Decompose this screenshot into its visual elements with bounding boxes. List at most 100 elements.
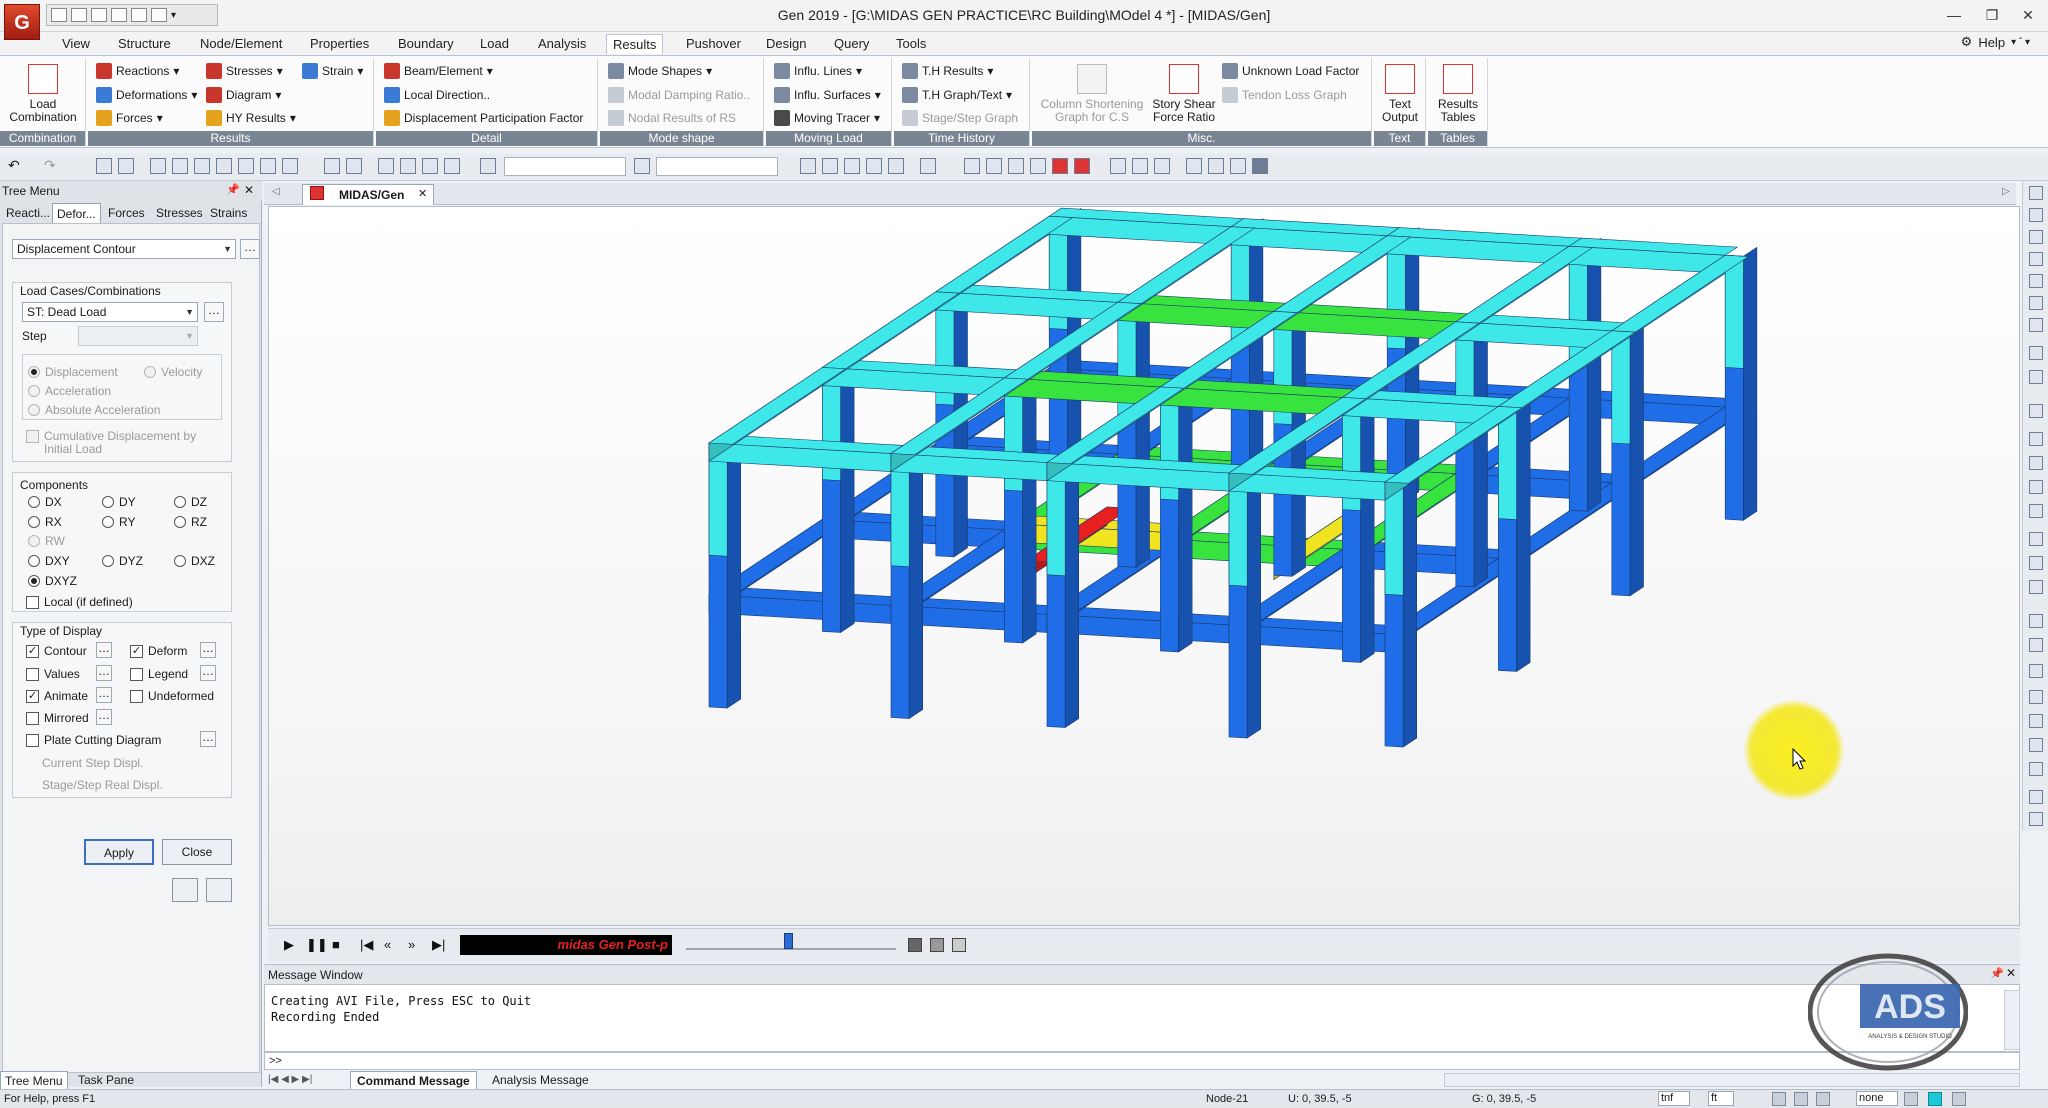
tab-load[interactable]: Load — [474, 34, 515, 54]
activate-icon[interactable] — [324, 158, 340, 174]
displacement-radio[interactable]: Displacement — [28, 365, 118, 379]
values-options-button[interactable]: … — [96, 665, 112, 681]
select-all-icon[interactable] — [260, 158, 276, 174]
deformations-button[interactable]: Deformations ▾ — [96, 85, 197, 105]
select-plane-icon[interactable] — [194, 158, 210, 174]
text-output-button[interactable]: Text Output — [1376, 64, 1424, 124]
filter-icon[interactable] — [634, 158, 650, 174]
tab-forces[interactable]: Forces — [104, 203, 149, 223]
component-dyz-radio[interactable]: DYZ — [102, 554, 143, 568]
close-panel-icon[interactable]: ✕ — [244, 183, 254, 197]
component-dz-radio[interactable]: DZ — [174, 495, 207, 509]
settings-toggle-icon[interactable] — [1952, 1092, 1966, 1106]
results-tables-button[interactable]: Results Tables — [1430, 64, 1486, 124]
tab-boundary[interactable]: Boundary — [392, 34, 460, 54]
th-results-button[interactable]: T.H Results ▾ — [902, 61, 993, 81]
pin-icon[interactable]: 📌 — [226, 183, 240, 196]
snap-line-icon[interactable] — [2029, 274, 2043, 288]
close-tab-icon[interactable]: ✕ — [418, 187, 427, 200]
plate-cutting-options-button[interactable]: … — [200, 731, 216, 747]
tab-deformations[interactable]: Defor... — [52, 203, 101, 223]
select-previous-icon[interactable] — [238, 158, 254, 174]
active-previous-icon[interactable] — [444, 158, 460, 174]
contour-checkbox[interactable]: ✓ Contour — [26, 644, 87, 658]
rotate-icon[interactable] — [866, 158, 882, 174]
values-checkbox[interactable]: Values — [26, 667, 80, 681]
minimize-icon[interactable]: — — [1942, 6, 1966, 24]
snap-point-icon[interactable] — [2029, 252, 2043, 266]
select-intersect-icon[interactable] — [172, 158, 188, 174]
stresses-button[interactable]: Stresses ▾ — [206, 61, 283, 81]
apply-button[interactable]: Apply — [84, 839, 154, 865]
copy-view-icon[interactable] — [2029, 812, 2043, 826]
shading-icon[interactable] — [1030, 158, 1046, 174]
right-side-view-icon[interactable] — [2029, 762, 2043, 776]
cumulative-displacement-checkbox[interactable]: Cumulative Displacement by Initial Load — [26, 430, 226, 456]
tab-analysis-message[interactable]: Analysis Message — [486, 1071, 595, 1089]
unselect-icon[interactable] — [282, 158, 298, 174]
velocity-radio[interactable]: Velocity — [144, 365, 202, 379]
grid-icon[interactable] — [1186, 158, 1202, 174]
story-shear-button[interactable]: Story Shear Force Ratio — [1148, 64, 1220, 124]
stage-step-graph-button[interactable]: Stage/Step Graph — [902, 108, 1018, 128]
snap-element-icon[interactable] — [2029, 318, 2043, 332]
select-polygon-icon[interactable] — [150, 158, 166, 174]
deform-checkbox[interactable]: ✓ Deform — [130, 644, 187, 658]
lock-icon[interactable] — [1230, 158, 1246, 174]
tab-design[interactable]: Design — [760, 34, 812, 54]
ribbon-options-icon[interactable]: ▾ ˆ ▾ — [2011, 37, 2030, 48]
beam-element-button[interactable]: Beam/Element ▾ — [384, 61, 493, 81]
save-settings-icon[interactable] — [172, 878, 198, 902]
zoom-out-icon[interactable] — [2029, 456, 2043, 470]
front-side-view-icon[interactable] — [2029, 714, 2043, 728]
line-grid-icon[interactable] — [2029, 230, 2043, 244]
play-icon[interactable]: ▶ — [284, 937, 294, 953]
load-settings-icon[interactable] — [206, 878, 232, 902]
component-ry-radio[interactable]: RY — [102, 515, 135, 529]
tab-reactions[interactable]: Reacti... — [2, 203, 54, 223]
close-button[interactable]: Close — [162, 839, 232, 865]
ucs-icon[interactable] — [2029, 346, 2043, 360]
rotate-view-icon[interactable] — [2029, 556, 2043, 570]
force-unit-select[interactable]: tnf — [1658, 1091, 1691, 1106]
render-view-icon[interactable] — [1074, 158, 1090, 174]
tab-query[interactable]: Query — [828, 34, 875, 54]
question-icon[interactable] — [1904, 1092, 1918, 1106]
pan-view-icon[interactable] — [2029, 580, 2043, 594]
hy-results-button[interactable]: HY Results ▾ — [206, 108, 296, 128]
local-direction-button[interactable]: Local Direction.. — [384, 85, 490, 105]
influ-lines-button[interactable]: Influ. Lines ▾ — [774, 61, 862, 81]
pan-icon[interactable] — [844, 158, 860, 174]
contour-options-button[interactable]: … — [96, 642, 112, 658]
select-window-icon[interactable] — [118, 158, 134, 174]
left-side-view-icon[interactable] — [2029, 738, 2043, 752]
message-horizontal-scrollbar[interactable] — [1444, 1073, 2020, 1087]
redo-icon[interactable]: ↷ — [44, 157, 56, 174]
tab-tools[interactable]: Tools — [890, 34, 932, 54]
node-number-icon[interactable] — [1110, 158, 1126, 174]
change-ucs-icon[interactable] — [2029, 370, 2043, 384]
message-vertical-scrollbar[interactable] — [2004, 990, 2020, 1050]
last-frame-icon[interactable]: ▶| — [432, 937, 445, 953]
local-if-defined-checkbox[interactable]: Local (if defined) — [26, 595, 133, 609]
tab-properties[interactable]: Properties — [304, 34, 375, 54]
local-axis-icon[interactable] — [1154, 158, 1170, 174]
animation-settings-icon[interactable] — [952, 938, 966, 952]
column-shortening-button[interactable]: Column Shortening Graph for C.S — [1036, 64, 1148, 124]
display-type-combo[interactable]: Displacement Contour ▼ — [12, 239, 236, 259]
tab-pushover[interactable]: Pushover — [680, 34, 747, 54]
command-input[interactable]: >> — [264, 1052, 2020, 1070]
step-combo[interactable]: ▼ — [78, 326, 198, 346]
message-nav-icons[interactable]: |◀ ◀ ▶ ▶| — [268, 1071, 312, 1089]
previous-frame-icon[interactable]: « — [384, 937, 391, 952]
length-unit-select[interactable]: ft — [1708, 1091, 1735, 1106]
inactivate-icon[interactable] — [346, 158, 362, 174]
tab-results[interactable]: Results — [606, 34, 664, 54]
unlock-icon[interactable] — [1252, 158, 1268, 174]
component-dxy-radio[interactable]: DXY — [28, 554, 70, 568]
animate-options-button[interactable]: … — [96, 687, 112, 703]
tab-stresses[interactable]: Stresses — [152, 203, 207, 223]
component-rw-radio[interactable]: RW — [28, 534, 65, 548]
named-view-icon[interactable] — [2029, 664, 2043, 678]
pin-icon[interactable]: 📌 — [1990, 967, 2004, 980]
